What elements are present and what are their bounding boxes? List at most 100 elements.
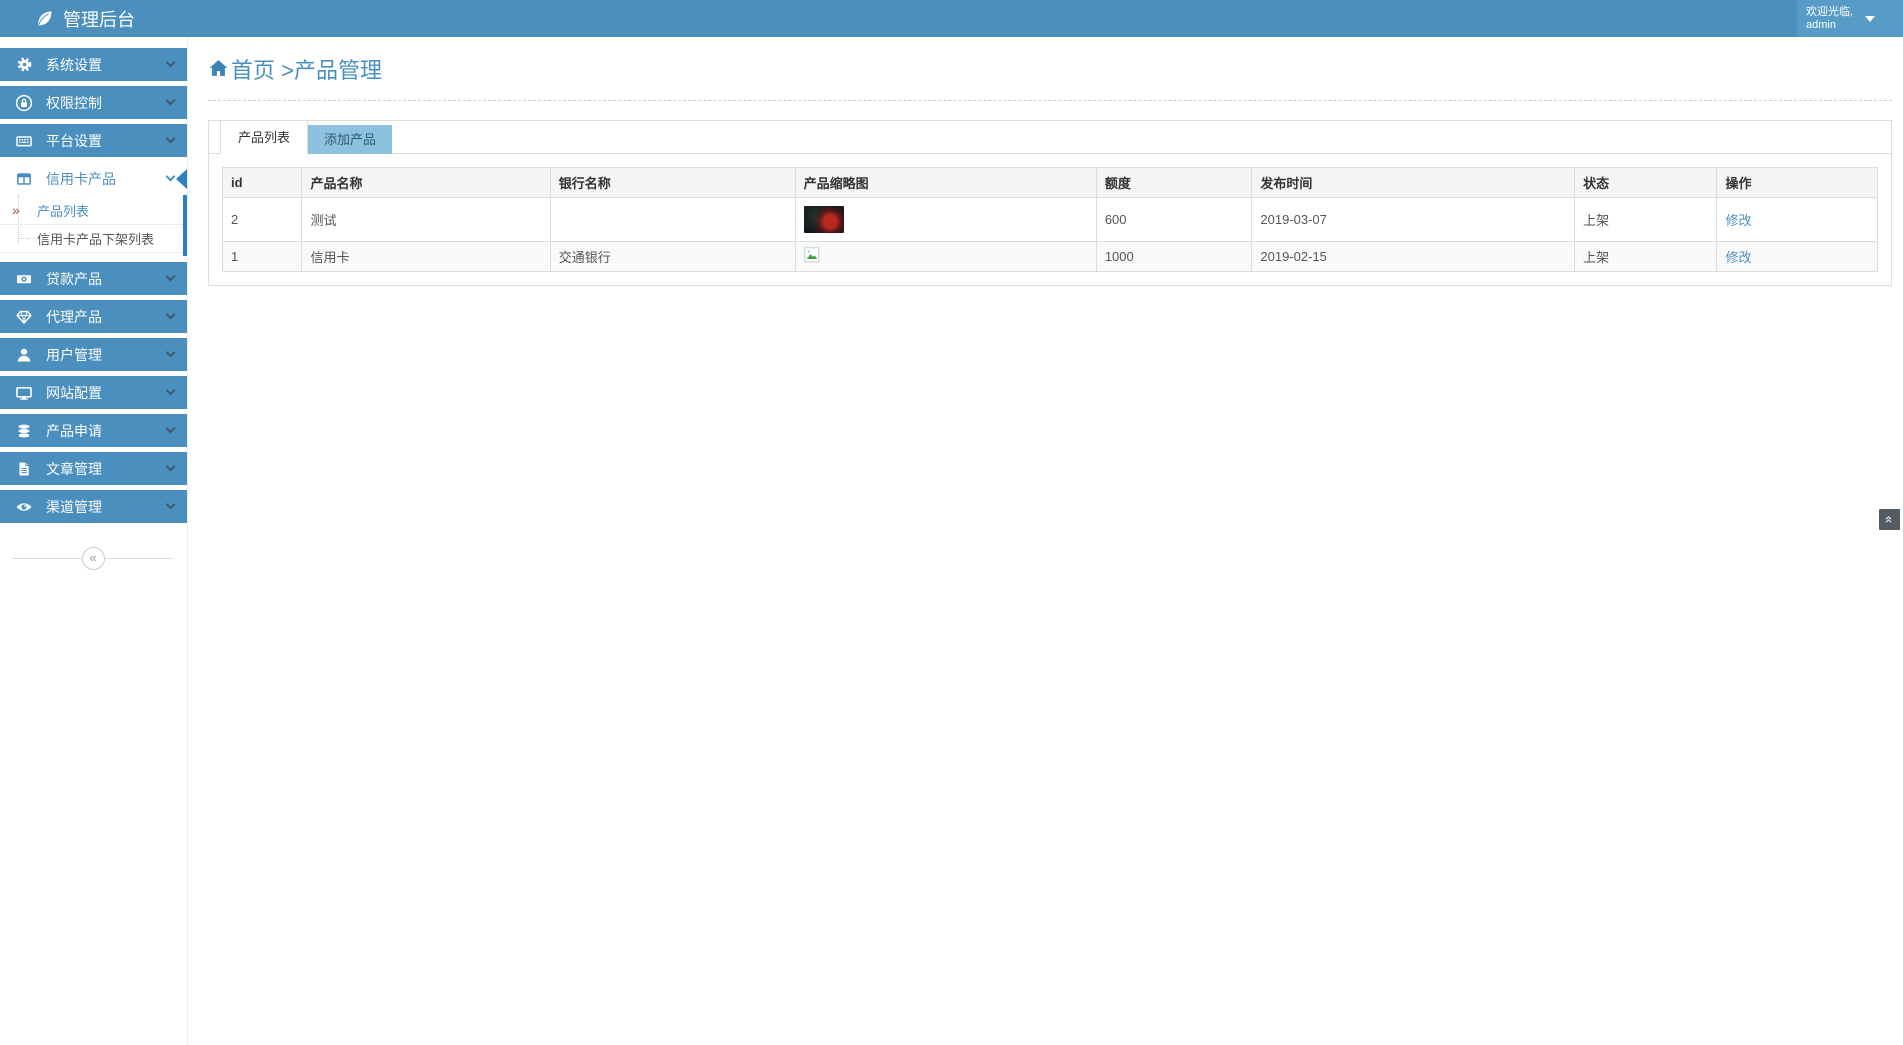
app-title: 管理后台 — [63, 9, 135, 30]
back-to-top-button[interactable]: « — [1879, 509, 1900, 530]
cell-product-name: 信用卡 — [301, 241, 551, 272]
sidebar-item-label: 代理产品 — [46, 308, 102, 325]
monitor-icon — [15, 384, 33, 402]
sidebar-item-site-config[interactable]: 网站配置 — [0, 376, 187, 409]
cell-publish-time: 2019-03-07 — [1251, 197, 1576, 242]
column-header-id: id — [221, 167, 303, 198]
diamond-icon — [15, 308, 33, 326]
column-header-status: 状态 — [1574, 167, 1718, 198]
double-angle-left-icon: « — [89, 550, 97, 565]
tree-elbow-line — [18, 225, 30, 239]
eye-icon — [15, 498, 33, 516]
sidebar-item-label: 用户管理 — [46, 346, 102, 363]
tab-bar: 产品列表 添加产品 — [209, 121, 1891, 155]
top-bar: 管理后台 欢迎光临, admin — [0, 0, 1903, 37]
welcome-text: 欢迎光临, — [1806, 5, 1854, 18]
chevron-down-icon — [165, 309, 176, 320]
sidebar-item-product-applications[interactable]: 产品申请 — [0, 414, 187, 447]
submenu-item-label: 信用卡产品下架列表 — [37, 232, 155, 247]
table-row: 2 测试 600 2019-03-07 上架 修改 — [221, 197, 1878, 242]
submenu-item-product-list[interactable]: » 产品列表 — [0, 197, 183, 225]
credit-card-products-submenu: » 产品列表 信用卡产品下架列表 — [0, 195, 187, 256]
sidebar-item-user-management[interactable]: 用户管理 — [0, 338, 187, 371]
tab-add-product[interactable]: 添加产品 — [308, 125, 393, 154]
breadcrumb: 首页 >产品管理 — [208, 37, 1892, 101]
chevron-down-icon — [165, 57, 176, 68]
column-header-product-name: 产品名称 — [301, 167, 551, 198]
sidebar: 系统设置 权限控制 平台设置 信用卡产品 » 产品列表 信用卡产品下架列表 贷款… — [0, 37, 188, 1045]
sidebar-item-channel-management[interactable]: 渠道管理 — [0, 490, 187, 523]
chevron-down-icon — [165, 461, 176, 472]
caret-down-icon — [1865, 15, 1876, 22]
chevron-down-icon — [165, 423, 176, 434]
cell-id: 2 — [221, 197, 303, 242]
submenu-item-label: 产品列表 — [37, 204, 90, 219]
cell-amount: 1000 — [1095, 241, 1253, 272]
banknote-icon — [15, 270, 33, 288]
sidebar-item-system-settings[interactable]: 系统设置 — [0, 48, 187, 81]
keyboard-icon — [15, 132, 33, 150]
sidebar-item-agent-products[interactable]: 代理产品 — [0, 300, 187, 333]
cell-bank-name: 交通银行 — [549, 241, 796, 272]
cell-status: 上架 — [1574, 241, 1718, 272]
breadcrumb-separator: > — [275, 57, 294, 83]
sidebar-item-label: 贷款产品 — [46, 270, 102, 287]
submenu-item-offshelf-list[interactable]: 信用卡产品下架列表 — [0, 225, 183, 253]
sidebar-item-loan-products[interactable]: 贷款产品 — [0, 262, 187, 295]
main-content: 首页 >产品管理 产品列表 添加产品 id 产品名称 银行名称 产品缩略图 额度… — [188, 37, 1903, 1045]
sidebar-item-label: 权限控制 — [46, 94, 102, 111]
home-icon — [208, 58, 229, 79]
sidebar-item-label: 平台设置 — [46, 132, 102, 149]
cell-product-name: 测试 — [301, 197, 551, 242]
double-angle-right-icon: » — [12, 202, 20, 218]
tab-product-list[interactable]: 产品列表 — [220, 121, 309, 155]
database-icon — [15, 422, 33, 440]
app-brand: 管理后台 — [0, 6, 135, 32]
product-thumbnail-image — [803, 206, 844, 233]
lock-icon — [15, 94, 33, 112]
column-header-bank-name: 银行名称 — [549, 167, 796, 198]
sidebar-collapse-button[interactable]: « — [81, 547, 105, 570]
table-header-row: id 产品名称 银行名称 产品缩略图 额度 发布时间 状态 操作 — [221, 167, 1878, 198]
sidebar-item-label: 信用卡产品 — [46, 170, 116, 187]
table-row: 1 信用卡 交通银行 1000 2019-02-15 上架 修改 — [221, 241, 1878, 272]
chevron-down-icon — [165, 133, 176, 144]
broken-image-icon — [803, 247, 820, 263]
sidebar-item-article-management[interactable]: 文章管理 — [0, 452, 187, 485]
chevron-down-icon — [165, 347, 176, 358]
edit-link[interactable]: 修改 — [1725, 250, 1751, 265]
username: admin — [1806, 18, 1836, 31]
leaf-logo-icon — [35, 9, 54, 28]
breadcrumb-home-link[interactable]: 首页 — [231, 58, 275, 83]
sidebar-item-label: 网站配置 — [46, 384, 102, 401]
cell-thumbnail — [794, 241, 1097, 272]
active-item-arrow-marker — [176, 168, 187, 189]
cell-amount: 600 — [1095, 197, 1253, 242]
chevron-down-icon — [165, 271, 176, 282]
credit-card-icon — [15, 170, 33, 188]
column-header-publish-time: 发布时间 — [1251, 167, 1576, 198]
chevron-down-icon — [165, 95, 176, 106]
column-header-thumbnail: 产品缩略图 — [794, 167, 1097, 198]
chevron-down-icon — [165, 499, 176, 510]
tab-content: id 产品名称 银行名称 产品缩略图 额度 发布时间 状态 操作 2 测试 60… — [209, 154, 1891, 285]
column-header-amount: 额度 — [1095, 167, 1253, 198]
sidebar-item-platform-settings[interactable]: 平台设置 — [0, 124, 187, 157]
column-header-actions: 操作 — [1716, 167, 1878, 198]
breadcrumb-current: 产品管理 — [293, 57, 382, 83]
cell-actions: 修改 — [1716, 241, 1878, 272]
cell-thumbnail — [794, 197, 1097, 242]
user-menu[interactable]: 欢迎光临, admin — [1797, 0, 1903, 37]
sidebar-item-label: 文章管理 — [46, 460, 102, 477]
sidebar-item-label: 系统设置 — [46, 56, 102, 73]
cell-publish-time: 2019-02-15 — [1251, 241, 1576, 272]
sidebar-item-credit-card-products[interactable]: 信用卡产品 — [0, 162, 187, 195]
edit-link[interactable]: 修改 — [1725, 213, 1751, 228]
angle-double-up-icon: « — [1881, 515, 1897, 524]
user-icon — [15, 346, 33, 364]
gear-icon — [15, 56, 33, 74]
sidebar-item-label: 产品申请 — [46, 422, 102, 439]
sidebar-item-permission-control[interactable]: 权限控制 — [0, 86, 187, 119]
sidebar-collapse-row: « — [0, 547, 187, 570]
sidebar-item-label: 渠道管理 — [46, 498, 102, 515]
